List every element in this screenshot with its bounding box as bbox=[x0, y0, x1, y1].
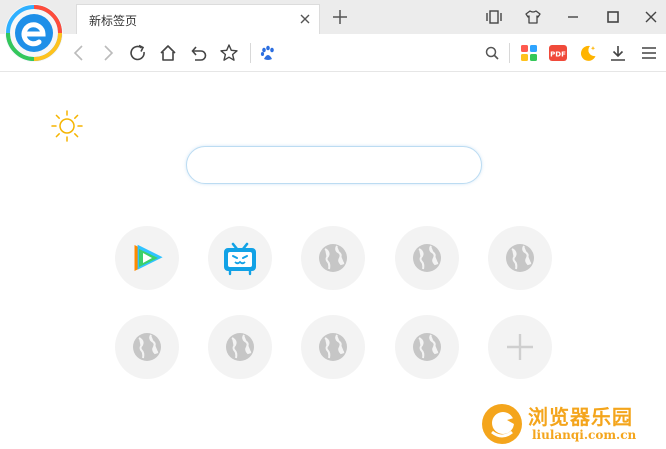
speed-dial-empty[interactable] bbox=[115, 315, 179, 379]
night-mode-icon[interactable] bbox=[578, 43, 598, 63]
maximize-icon[interactable] bbox=[603, 7, 623, 27]
download-icon[interactable] bbox=[608, 43, 628, 63]
tab-title: 新标签页 bbox=[89, 14, 138, 28]
pdf-label: PDF bbox=[550, 51, 566, 59]
search-input[interactable] bbox=[187, 147, 481, 183]
close-icon[interactable] bbox=[641, 7, 661, 27]
globe-icon bbox=[413, 333, 441, 361]
speed-dial-empty[interactable] bbox=[208, 315, 272, 379]
undo-icon[interactable] bbox=[189, 43, 209, 63]
new-tab-button[interactable] bbox=[330, 7, 350, 27]
close-tab-icon[interactable] bbox=[297, 11, 313, 27]
tab-new-tab[interactable]: 新标签页 bbox=[76, 4, 320, 34]
plus-icon bbox=[507, 334, 533, 360]
globe-icon bbox=[319, 244, 347, 272]
minimize-icon[interactable] bbox=[563, 7, 583, 27]
globe-icon bbox=[413, 244, 441, 272]
star-icon[interactable] bbox=[219, 43, 239, 63]
toolbar: PDF bbox=[0, 34, 666, 72]
globe-icon bbox=[133, 333, 161, 361]
weather-sun-icon[interactable] bbox=[50, 109, 84, 143]
speed-dial-empty[interactable] bbox=[395, 226, 459, 290]
speed-dial-bilibili[interactable] bbox=[208, 226, 272, 290]
search-icon[interactable] bbox=[482, 43, 502, 63]
baidu-paw-icon[interactable] bbox=[258, 43, 278, 63]
refresh-icon[interactable] bbox=[128, 43, 148, 63]
mini-mode-icon[interactable] bbox=[484, 7, 504, 27]
watermark-url: liulanqi.com.cn bbox=[532, 428, 637, 442]
bilibili-icon bbox=[224, 242, 256, 276]
skin-icon[interactable] bbox=[523, 7, 543, 27]
globe-icon bbox=[506, 244, 534, 272]
watermark-title: 浏览器乐园 bbox=[528, 405, 633, 429]
forward-icon[interactable] bbox=[98, 43, 118, 63]
menu-icon[interactable] bbox=[639, 43, 659, 63]
speed-dial-empty[interactable] bbox=[395, 315, 459, 379]
speed-dial-empty[interactable] bbox=[488, 226, 552, 290]
toolbar-divider bbox=[509, 43, 510, 63]
tencent-video-icon bbox=[134, 244, 163, 271]
globe-icon bbox=[319, 333, 347, 361]
toolbar-divider bbox=[250, 43, 251, 63]
browser-logo-icon[interactable] bbox=[4, 3, 64, 63]
speed-dial-empty[interactable] bbox=[301, 315, 365, 379]
home-icon[interactable] bbox=[158, 43, 178, 63]
globe-icon bbox=[226, 333, 254, 361]
speed-dial-tencent-video[interactable] bbox=[115, 226, 179, 290]
speed-dial-empty[interactable] bbox=[301, 226, 365, 290]
back-icon[interactable] bbox=[69, 43, 89, 63]
watermark: 浏览器乐园 liulanqi.com.cn bbox=[476, 398, 666, 449]
add-speed-dial-button[interactable] bbox=[488, 315, 552, 379]
title-bar: 新标签页 bbox=[0, 0, 666, 34]
watermark-duck-icon bbox=[480, 402, 526, 449]
pdf-icon[interactable]: PDF bbox=[548, 43, 568, 63]
apps-icon[interactable] bbox=[519, 43, 539, 63]
search-box[interactable] bbox=[186, 146, 482, 184]
